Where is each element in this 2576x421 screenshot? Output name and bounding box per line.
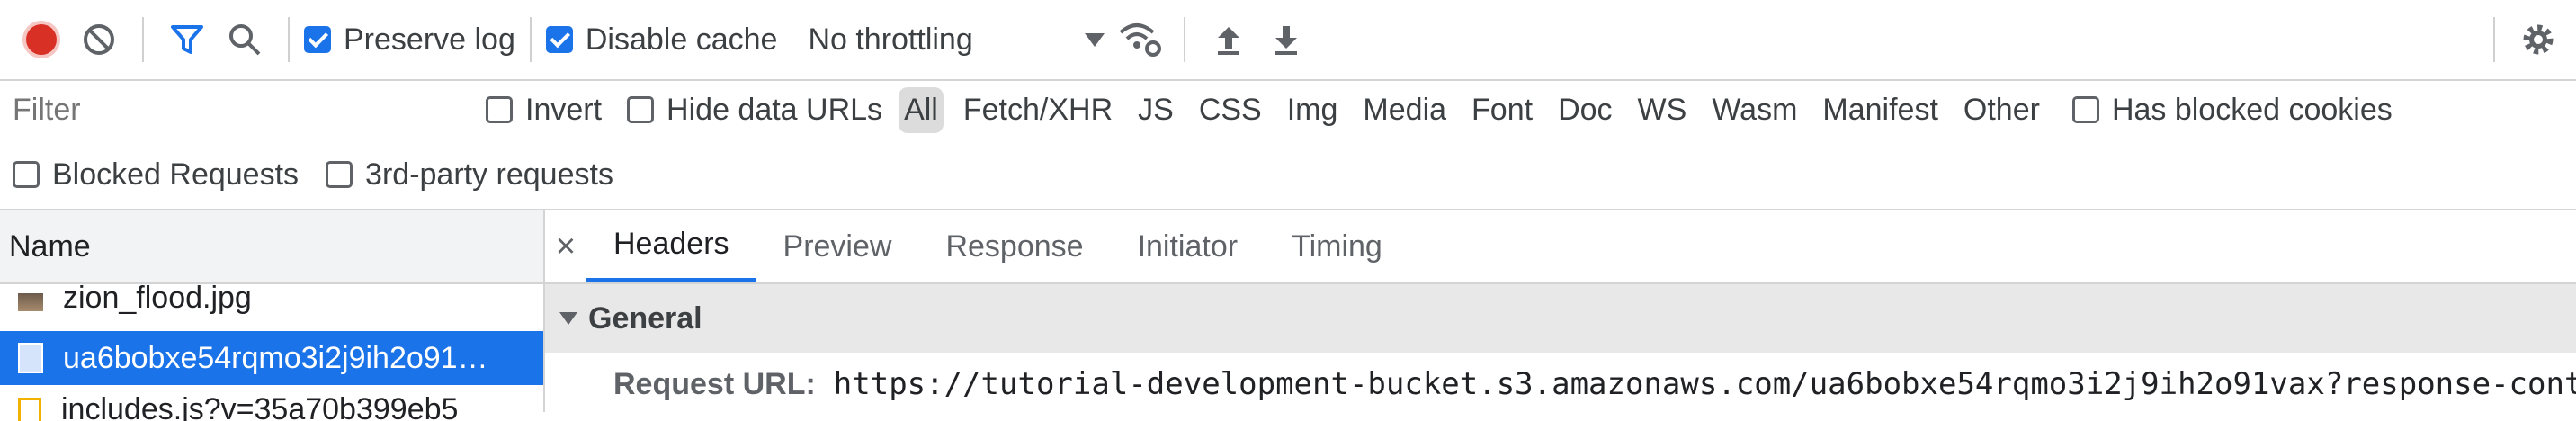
search-icon: [227, 22, 263, 58]
invert-checkbox[interactable]: Invert: [486, 93, 602, 128]
name-column-header[interactable]: Name: [0, 210, 543, 284]
checkbox-icon: [326, 161, 353, 188]
import-har-button[interactable]: [1200, 11, 1257, 68]
type-filter-js[interactable]: JS: [1132, 87, 1179, 133]
filter-input[interactable]: [5, 85, 446, 135]
type-filter-manifest[interactable]: Manifest: [1817, 87, 1944, 133]
separator: [1184, 17, 1185, 62]
type-filter-doc[interactable]: Doc: [1552, 87, 1617, 133]
separator: [2493, 17, 2495, 62]
tab-preview[interactable]: Preview: [756, 210, 919, 282]
type-filter-media[interactable]: Media: [1357, 87, 1452, 133]
upload-icon: [1211, 22, 1247, 58]
type-filter-img[interactable]: Img: [1282, 87, 1344, 133]
checkbox-icon: [13, 161, 40, 188]
image-file-icon: [18, 293, 43, 311]
type-filter-ws[interactable]: WS: [1632, 87, 1693, 133]
checkbox-icon: [2072, 96, 2099, 123]
filter-toggle-button[interactable]: [158, 11, 216, 68]
request-url-label: Request URL:: [613, 367, 816, 402]
type-filter-font[interactable]: Font: [1466, 87, 1538, 133]
request-url-row: Request URL: https://tutorial-developmen…: [545, 353, 2576, 416]
throttling-select[interactable]: No throttling: [808, 22, 1105, 58]
checkbox-checked-icon: [546, 26, 573, 53]
dropdown-arrow-icon: [1085, 33, 1105, 47]
type-filter-css[interactable]: CSS: [1194, 87, 1267, 133]
filter-bar-secondary: Blocked Requests 3rd-party requests: [0, 140, 2576, 210]
checkbox-icon: [627, 96, 654, 123]
request-details: × Headers Preview Response Initiator Tim…: [545, 210, 2576, 412]
script-file-icon: [18, 398, 41, 421]
gear-icon: [2518, 20, 2558, 59]
general-section-header[interactable]: General: [545, 284, 2576, 353]
separator: [288, 17, 290, 62]
request-row[interactable]: zion_flood.jpg: [0, 284, 543, 331]
search-button[interactable]: [216, 11, 273, 68]
filter-icon: [169, 22, 205, 58]
type-filter-all[interactable]: All: [899, 87, 944, 133]
details-tab-bar: × Headers Preview Response Initiator Tim…: [545, 210, 2576, 284]
request-row-selected[interactable]: ua6bobxe54rqmo3i2j9ih2o91…: [0, 331, 543, 385]
clear-icon: [81, 22, 117, 58]
close-details-button[interactable]: ×: [545, 210, 586, 282]
download-icon: [1268, 22, 1304, 58]
type-filter-other[interactable]: Other: [1958, 87, 2045, 133]
separator: [142, 17, 144, 62]
collapse-triangle-icon: [559, 312, 577, 325]
image-file-icon: [18, 343, 43, 373]
third-party-requests-checkbox[interactable]: 3rd-party requests: [326, 157, 613, 193]
filter-bar: Invert Hide data URLs All Fetch/XHR JS C…: [0, 81, 2576, 139]
request-url-value: https://tutorial-development-bucket.s3.a…: [834, 366, 2576, 402]
tab-timing[interactable]: Timing: [1265, 210, 1409, 282]
export-har-button[interactable]: [1257, 11, 1315, 68]
settings-button[interactable]: [2509, 11, 2567, 68]
checkbox-icon: [486, 96, 513, 123]
has-blocked-cookies-checkbox[interactable]: Has blocked cookies: [2072, 93, 2393, 128]
request-list: Name zion_flood.jpg ua6bobxe54rqmo3i2j9i…: [0, 210, 545, 412]
tab-response[interactable]: Response: [918, 210, 1110, 282]
clear-button[interactable]: [70, 11, 128, 68]
preserve-log-checkbox[interactable]: Preserve log: [304, 22, 515, 58]
checkbox-checked-icon: [304, 26, 331, 53]
disable-cache-checkbox[interactable]: Disable cache: [546, 22, 778, 58]
record-icon: [26, 24, 57, 55]
tab-initiator[interactable]: Initiator: [1111, 210, 1266, 282]
type-filter-wasm[interactable]: Wasm: [1706, 87, 1802, 133]
record-button[interactable]: [13, 11, 70, 68]
separator: [530, 17, 532, 62]
network-toolbar: Preserve log Disable cache No throttling: [0, 0, 2576, 81]
hide-data-urls-checkbox[interactable]: Hide data URLs: [627, 93, 882, 128]
type-filter-fetch-xhr[interactable]: Fetch/XHR: [958, 87, 1118, 133]
tab-headers[interactable]: Headers: [586, 210, 756, 282]
wifi-settings-icon: [1117, 20, 1164, 59]
network-conditions-button[interactable]: [1112, 11, 1169, 68]
request-row[interactable]: includes.js?v=35a70b399eb5: [0, 385, 543, 421]
blocked-requests-checkbox[interactable]: Blocked Requests: [13, 157, 299, 193]
